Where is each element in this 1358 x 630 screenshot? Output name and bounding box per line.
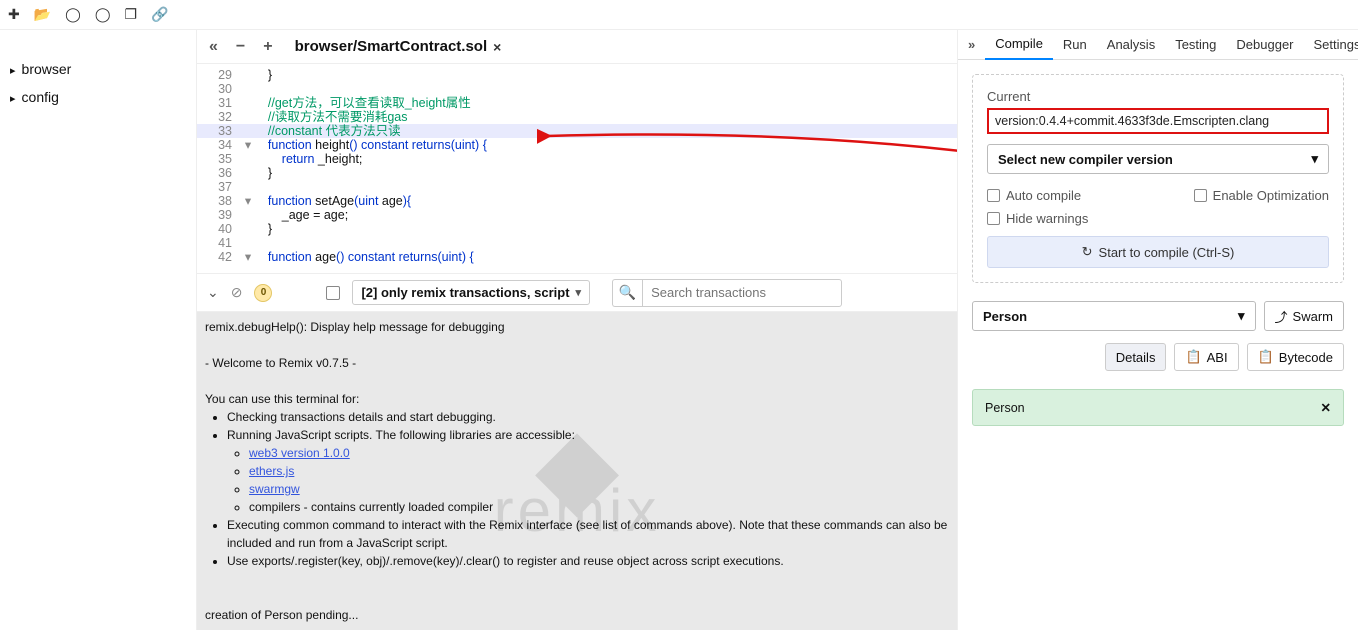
terminal-line: Use exports/.register(key, obj)/.remove(… — [227, 552, 949, 570]
tree-item-config[interactable]: config — [0, 83, 196, 111]
copy-icon: 📋 — [1258, 349, 1274, 365]
chevron-down-icon: ▾ — [1311, 151, 1318, 167]
terminal-line: Running JavaScript scripts. The followin… — [227, 426, 949, 516]
code-line[interactable]: 42▾ function age() constant returns(uint… — [197, 250, 957, 264]
auto-compile-checkbox[interactable]: Auto compile — [987, 188, 1081, 203]
terminal-line: Checking transactions details and start … — [227, 408, 949, 426]
code-line[interactable]: 39 _age = age; — [197, 208, 957, 222]
font-decrease-icon[interactable]: − — [232, 38, 249, 56]
right-tabs: » Compile Run Analysis Testing Debugger … — [958, 30, 1358, 60]
compiler-card: Current version:0.4.4+commit.4633f3de.Em… — [972, 74, 1344, 283]
swarm-button[interactable]: ⤴ Swarm — [1264, 301, 1344, 331]
code-line[interactable]: 30 — [197, 82, 957, 96]
center-panel: « − + browser/SmartContract.sol × 29 }30… — [197, 30, 957, 630]
bytecode-button[interactable]: 📋Bytecode — [1247, 343, 1344, 371]
tab-compile[interactable]: Compile — [985, 30, 1053, 60]
chevron-down-icon: ▾ — [576, 286, 582, 299]
terminal-toggle-icon[interactable]: ⌄ — [207, 284, 219, 301]
code-editor[interactable]: 29 }3031 //get方法，可以查看读取_height属性32 //读取方… — [197, 64, 957, 274]
tx-filter-dropdown[interactable]: [2] only remix transactions, script ▾ — [352, 280, 590, 305]
collapse-icon[interactable]: « — [205, 38, 222, 56]
top-toolbar: ✚ 📂 ◯ ◯ ❐ 🔗 — [0, 0, 1358, 30]
tab-debugger[interactable]: Debugger — [1226, 30, 1303, 60]
tab-testing[interactable]: Testing — [1165, 30, 1226, 60]
swarm-label: Swarm — [1293, 309, 1333, 324]
search-icon[interactable]: 🔍 — [612, 279, 642, 307]
close-icon[interactable]: ✕ — [1321, 400, 1331, 415]
copy-icon[interactable]: ❐ — [125, 6, 138, 23]
terminal-line: Executing common command to interact wit… — [227, 516, 949, 552]
terminal-line: remix.debugHelp(): Display help message … — [205, 318, 949, 336]
terminal-line: compilers - contains currently loaded co… — [249, 498, 949, 516]
code-line[interactable]: 31 //get方法，可以查看读取_height属性 — [197, 96, 957, 110]
code-line[interactable]: 36 } — [197, 166, 957, 180]
code-line[interactable]: 35 return _height; — [197, 152, 957, 166]
compiler-select-label: Select new compiler version — [998, 152, 1173, 167]
font-increase-icon[interactable]: + — [259, 38, 276, 56]
file-explorer: browser config — [0, 30, 197, 630]
code-line[interactable]: 32 //读取方法不需要消耗gas — [197, 110, 957, 124]
terminal-toolbar: ⌄ ⊘ 0 [2] only remix transactions, scrip… — [197, 274, 957, 312]
upload-icon: ⤴ — [1275, 307, 1288, 326]
terminal-line: You can use this terminal for: — [205, 390, 949, 408]
lib-link[interactable]: ethers.js — [249, 464, 294, 478]
link-icon[interactable]: 🔗 — [151, 6, 168, 23]
contract-select-label: Person — [983, 309, 1027, 324]
code-line[interactable]: 37 — [197, 180, 957, 194]
terminal-line: creation of Person pending... — [205, 606, 949, 624]
hide-warnings-checkbox[interactable]: Hide warnings — [987, 211, 1329, 226]
chevron-down-icon: ▾ — [1238, 308, 1245, 324]
folder-open-icon[interactable]: 📂 — [34, 6, 51, 23]
github-icon[interactable]: ◯ — [95, 6, 111, 23]
code-line[interactable]: 34▾ function height() constant returns(u… — [197, 138, 957, 152]
abi-button[interactable]: 📋ABI — [1174, 343, 1238, 371]
tab-run[interactable]: Run — [1053, 30, 1097, 60]
refresh-icon: ↻ — [1082, 244, 1093, 260]
result-label: Person — [985, 401, 1025, 415]
compile-button-label: Start to compile (Ctrl-S) — [1099, 245, 1235, 260]
contract-select[interactable]: Person ▾ — [972, 301, 1256, 331]
tx-filter-label: [2] only remix transactions, script — [361, 285, 569, 300]
code-line[interactable]: 40 } — [197, 222, 957, 236]
code-line[interactable]: 29 } — [197, 68, 957, 82]
details-button[interactable]: Details — [1105, 343, 1167, 371]
code-line[interactable]: 41 — [197, 236, 957, 250]
copy-icon: 📋 — [1185, 349, 1201, 365]
listen-checkbox[interactable] — [326, 286, 340, 300]
lib-link[interactable]: swarmgw — [249, 482, 300, 496]
expand-icon[interactable]: » — [958, 37, 985, 52]
tab-settings[interactable]: Settings — [1304, 30, 1358, 60]
compiler-select[interactable]: Select new compiler version ▾ — [987, 144, 1329, 174]
file-tab-label: browser/SmartContract.sol — [295, 38, 488, 55]
clear-icon[interactable]: ⊘ — [231, 284, 243, 301]
editor-tabbar: « − + browser/SmartContract.sol × — [197, 30, 957, 64]
file-tab[interactable]: browser/SmartContract.sol × — [295, 38, 502, 55]
optimize-checkbox[interactable]: Enable Optimization — [1194, 188, 1329, 203]
compiler-version: version:0.4.4+commit.4633f3de.Emscripten… — [987, 108, 1329, 134]
pending-tx-badge: 0 — [254, 284, 272, 302]
terminal[interactable]: ◆ remix remix.debugHelp(): Display help … — [197, 312, 957, 630]
compile-result[interactable]: Person ✕ — [972, 389, 1344, 426]
right-panel: » Compile Run Analysis Testing Debugger … — [957, 30, 1358, 630]
close-tab-icon[interactable]: × — [493, 39, 501, 55]
github-icon[interactable]: ◯ — [65, 6, 81, 23]
tab-analysis[interactable]: Analysis — [1097, 30, 1165, 60]
code-line[interactable]: 38▾ function setAge(uint age){ — [197, 194, 957, 208]
tree-item-browser[interactable]: browser — [0, 55, 196, 83]
current-label: Current — [987, 89, 1329, 104]
search-input[interactable] — [642, 279, 842, 307]
terminal-line: - Welcome to Remix v0.7.5 - — [205, 354, 949, 372]
new-file-icon[interactable]: ✚ — [8, 6, 20, 23]
code-line[interactable]: 33 //constant 代表方法只读 — [197, 124, 957, 138]
lib-link[interactable]: web3 version 1.0.0 — [249, 446, 350, 460]
compile-button[interactable]: ↻ Start to compile (Ctrl-S) — [987, 236, 1329, 268]
